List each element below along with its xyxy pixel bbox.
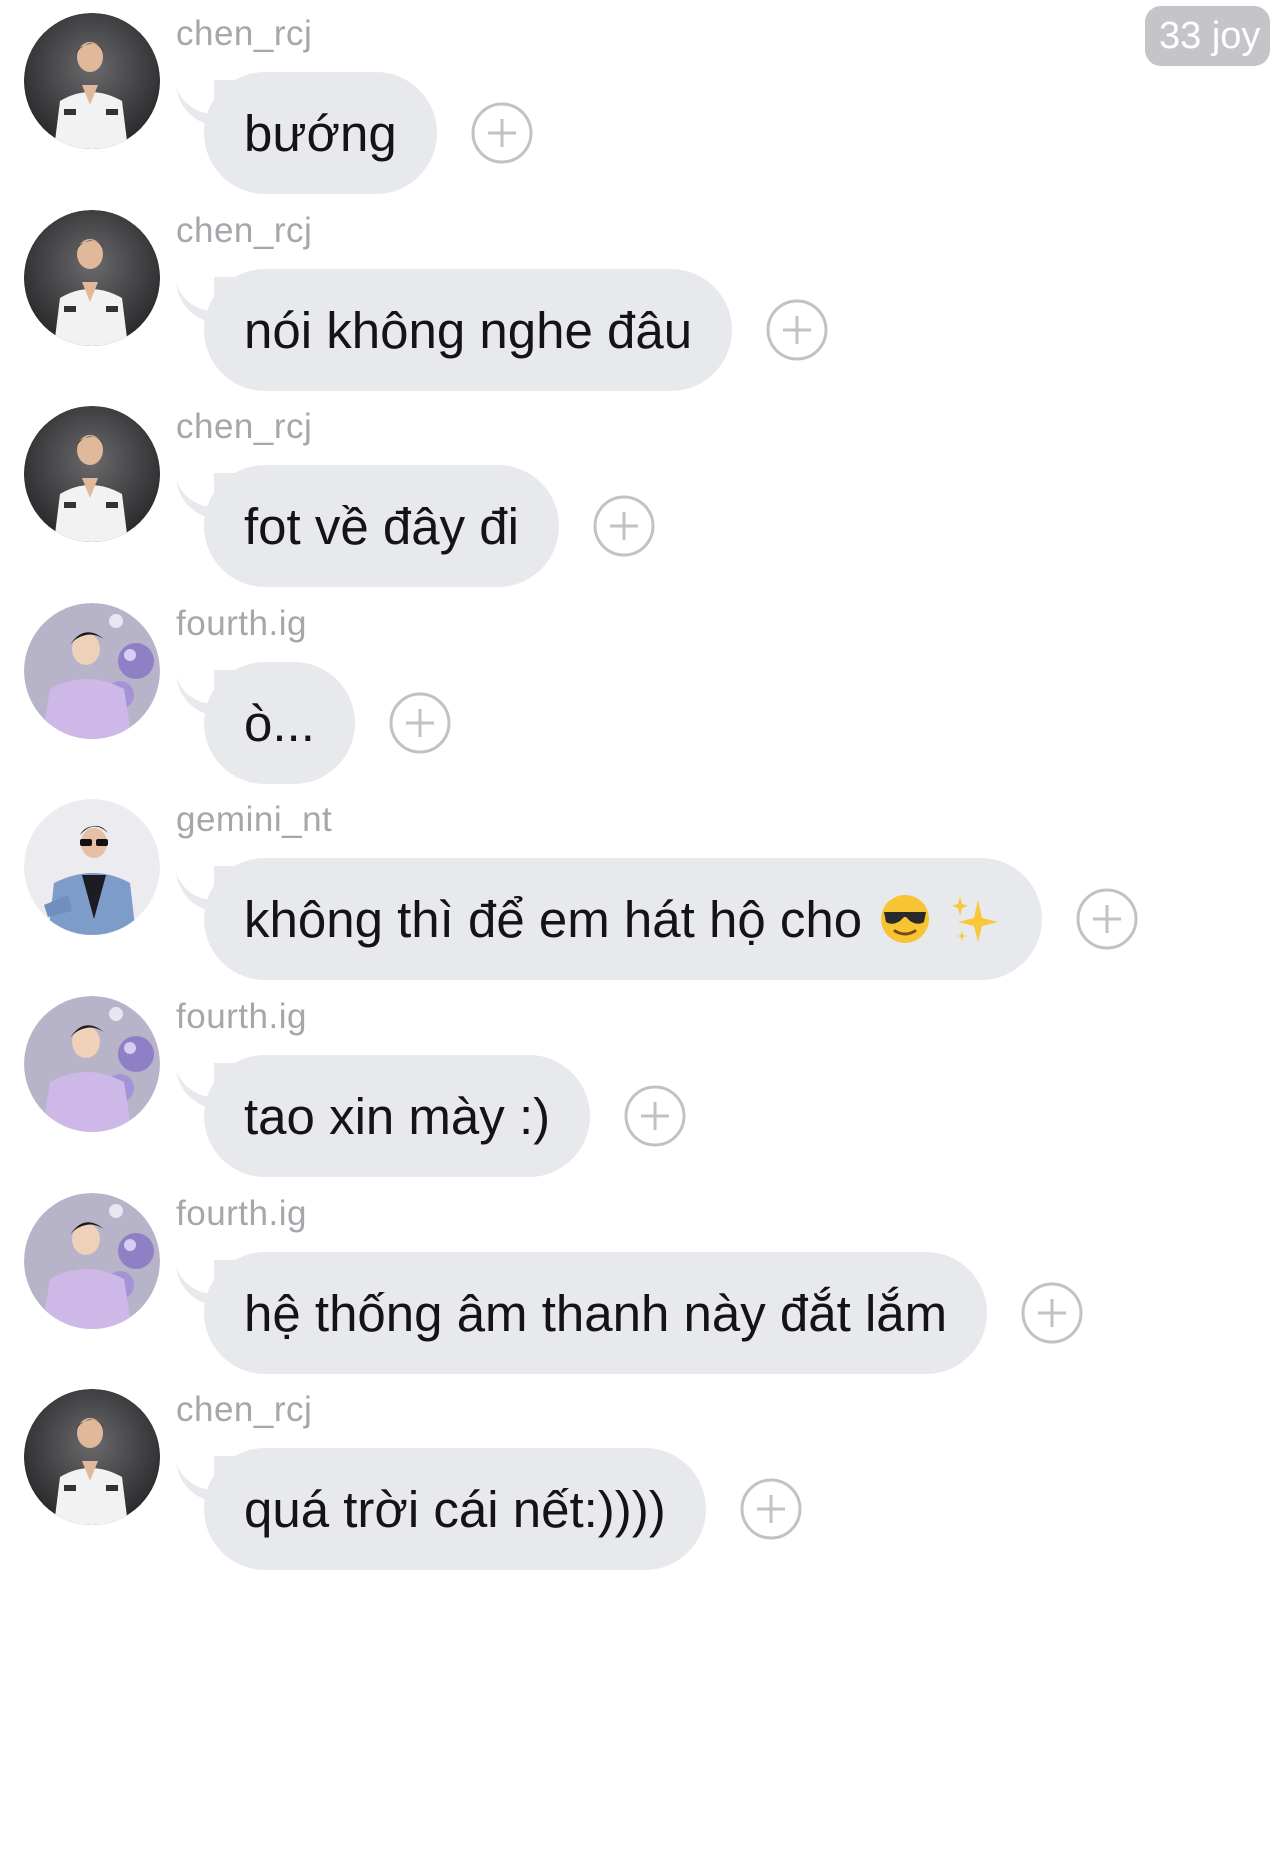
message-text: tao xin mày :): [244, 1087, 551, 1145]
message-text: quá trời cái nết:)))): [244, 1480, 666, 1538]
add-reaction-icon[interactable]: [1076, 888, 1138, 950]
message-text: ò...: [244, 694, 315, 752]
add-reaction-icon[interactable]: [1021, 1282, 1083, 1344]
message-text: hệ thống âm thanh này đắt lắm: [244, 1284, 948, 1342]
sender-username[interactable]: gemini_nt: [176, 800, 332, 840]
avatar[interactable]: [24, 210, 160, 346]
message-text: bướng: [244, 104, 397, 162]
sender-username[interactable]: chen_rcj: [176, 211, 312, 251]
sender-username[interactable]: chen_rcj: [176, 14, 312, 54]
message-text: nói không nghe đâu: [244, 301, 693, 359]
add-reaction-icon[interactable]: [624, 1085, 686, 1147]
avatar[interactable]: [24, 996, 160, 1132]
message-bubble[interactable]: fot về đây đi: [204, 465, 559, 587]
message-text: không thì để em hát hộ cho: [244, 890, 863, 948]
message-bubble[interactable]: quá trời cái nết:)))): [204, 1448, 706, 1570]
message-bubble[interactable]: không thì để em hát hộ cho: [204, 858, 1043, 980]
reaction-count-badge: 33 joy: [1145, 6, 1271, 66]
message-bubble[interactable]: nói không nghe đâu: [204, 269, 733, 391]
add-reaction-icon[interactable]: [471, 102, 533, 164]
avatar[interactable]: [24, 13, 160, 149]
sender-username[interactable]: chen_rcj: [176, 1390, 312, 1430]
chat-thread: chen_rcj bướng chen_rcj nói không nghe đâu c…: [0, 0, 1284, 1873]
avatar[interactable]: [24, 603, 160, 739]
sender-username[interactable]: fourth.ig: [176, 1194, 307, 1234]
chat-message: chen_rcj quá trời cái nết:)))): [0, 1374, 1284, 1610]
sparkles-emoji: [948, 892, 1002, 946]
add-reaction-icon[interactable]: [766, 299, 828, 361]
sunglasses-emoji: [878, 892, 932, 946]
avatar[interactable]: [24, 1193, 160, 1329]
avatar[interactable]: [24, 1389, 160, 1525]
message-bubble[interactable]: bướng: [204, 72, 437, 194]
add-reaction-icon[interactable]: [389, 692, 451, 754]
message-bubble[interactable]: hệ thống âm thanh này đắt lắm: [204, 1252, 988, 1374]
sender-username[interactable]: fourth.ig: [176, 997, 307, 1037]
add-reaction-icon[interactable]: [593, 495, 655, 557]
sender-username[interactable]: fourth.ig: [176, 604, 307, 644]
add-reaction-icon[interactable]: [740, 1478, 802, 1540]
sender-username[interactable]: chen_rcj: [176, 407, 312, 447]
avatar[interactable]: [24, 799, 160, 935]
message-text: fot về đây đi: [244, 497, 519, 555]
message-bubble[interactable]: tao xin mày :): [204, 1055, 591, 1177]
avatar[interactable]: [24, 406, 160, 542]
message-bubble[interactable]: ò...: [204, 662, 355, 784]
